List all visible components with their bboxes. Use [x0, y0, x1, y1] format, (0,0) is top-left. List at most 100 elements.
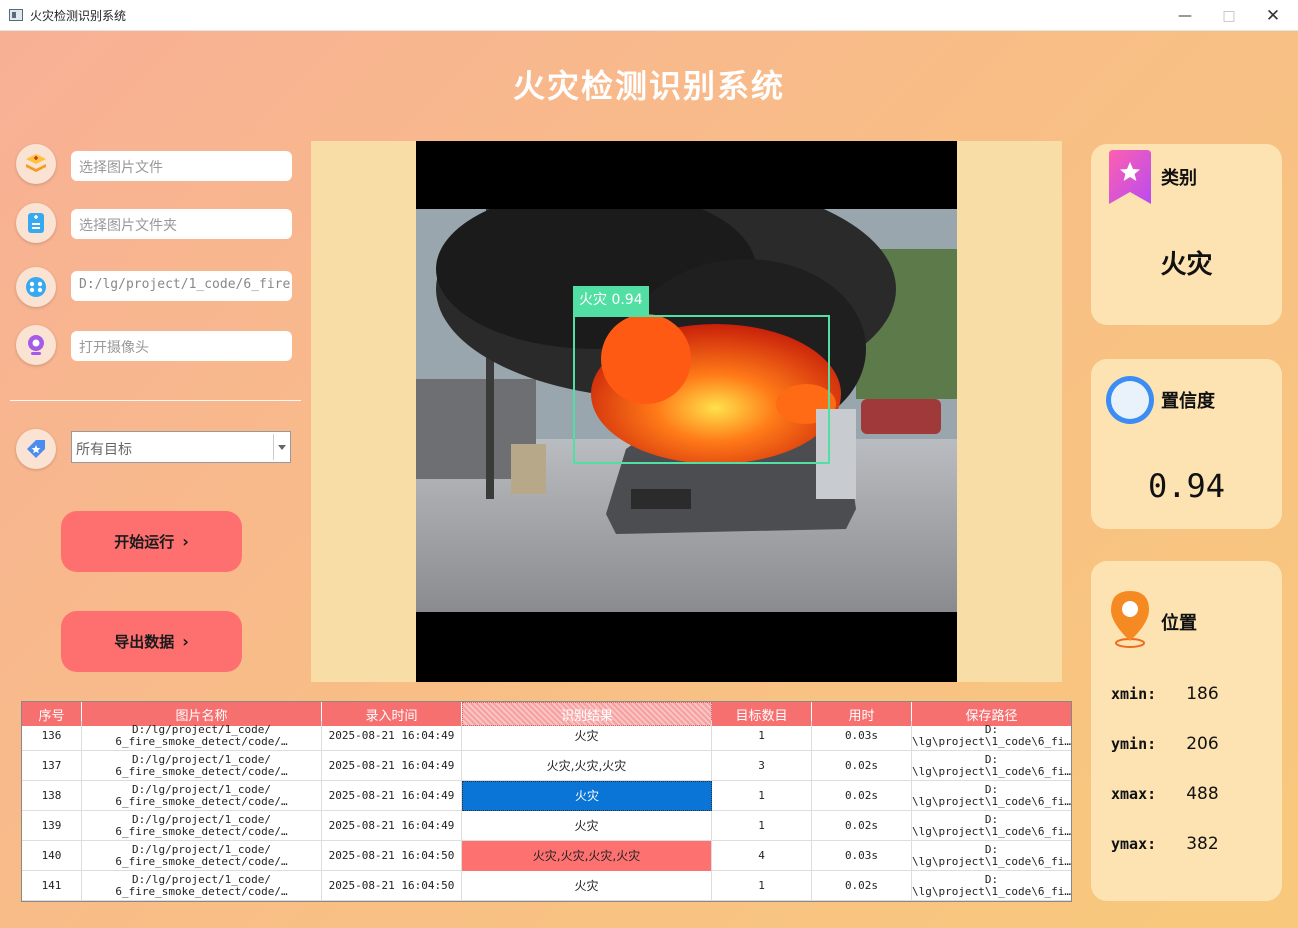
cell-image-name-line2: 6_fire_smoke_detect/code/…: [115, 855, 288, 868]
cell-save-path-line2: \lg\project\1_code\6_fi…: [912, 825, 1071, 838]
cell-image-name-line2: 6_fire_smoke_detect/code/…: [115, 765, 288, 778]
cell-duration[interactable]: 0.02s: [812, 751, 912, 781]
cell-save-path[interactable]: D: \lg\project\1_code\6_fi…: [912, 871, 1071, 901]
run-button-label: 开始运行: [114, 533, 175, 551]
cell-time[interactable]: 2025-08-21 16:04:49: [322, 751, 462, 781]
cell-image-name-line2: 6_fire_smoke_detect/code/…: [115, 825, 288, 838]
image-file-icon[interactable]: [16, 144, 56, 184]
cell-save-path-line2: \lg\project\1_code\6_fi…: [912, 885, 1071, 898]
cell-result[interactable]: 火灾: [462, 721, 712, 751]
cell-time[interactable]: 2025-08-21 16:04:50: [322, 871, 462, 901]
ymin-row: ymin: 206: [1111, 734, 1219, 754]
cell-time[interactable]: 2025-08-21 16:04:49: [322, 781, 462, 811]
cell-duration[interactable]: 0.02s: [812, 871, 912, 901]
table-row[interactable]: 139 D:/lg/project/1_code/6_fire_smoke_de…: [22, 811, 1071, 841]
close-button[interactable]: ✕: [1250, 0, 1296, 31]
video-file-icon[interactable]: [16, 267, 56, 307]
category-value: 火灾: [1160, 250, 1213, 280]
cell-duration[interactable]: 0.02s: [812, 811, 912, 841]
cell-count[interactable]: 1: [712, 721, 812, 751]
image-folder-icon[interactable]: [16, 203, 56, 243]
export-button[interactable]: 导出数据 ›: [61, 611, 242, 672]
minimize-button[interactable]: —: [1162, 0, 1208, 31]
cell-time[interactable]: 2025-08-21 16:04:49: [322, 811, 462, 841]
xmax-value: 488: [1186, 784, 1219, 804]
cell-save-path[interactable]: D: \lg\project\1_code\6_fi…: [912, 751, 1071, 781]
image-canvas: 火灾 0.94: [416, 141, 957, 682]
divider: [10, 400, 301, 401]
export-button-label: 导出数据: [114, 633, 175, 651]
cell-result[interactable]: 火灾: [462, 811, 712, 841]
target-select-value: 所有目标: [76, 442, 132, 458]
cell-image-name[interactable]: D:/lg/project/1_code/6_fire_smoke_detect…: [82, 781, 322, 811]
detection-box: [573, 315, 830, 464]
cell-save-path[interactable]: D: \lg\project\1_code\6_fi…: [912, 841, 1071, 871]
cell-image-name[interactable]: D:/lg/project/1_code/6_fire_smoke_detect…: [82, 751, 322, 781]
cell-count[interactable]: 1: [712, 781, 812, 811]
cell-time[interactable]: 2025-08-21 16:04:49: [322, 721, 462, 751]
table-row[interactable]: 137 D:/lg/project/1_code/6_fire_smoke_de…: [22, 751, 1071, 781]
app-title: 火灾检测识别系统: [512, 67, 785, 105]
camera-field[interactable]: 打开摄像头: [71, 331, 292, 361]
video-path-field[interactable]: D:/lg/project/1_code/6_fire: [71, 271, 292, 301]
cell-count[interactable]: 4: [712, 841, 812, 871]
cell-count[interactable]: 3: [712, 751, 812, 781]
cell-duration[interactable]: 0.03s: [812, 721, 912, 751]
table-row[interactable]: 138 D:/lg/project/1_code/6_fire_smoke_de…: [22, 781, 1071, 811]
cell-image-name-line2: 6_fire_smoke_detect/code/…: [115, 885, 288, 898]
cell-image-name-line2: 6_fire_smoke_detect/code/…: [115, 735, 288, 748]
xmax-label: xmax:: [1111, 785, 1157, 803]
results-table[interactable]: 序号 图片名称 录入时间 识别结果 目标数目 用时 保存路径 136 D:/lg…: [21, 701, 1072, 902]
target-select[interactable]: 所有目标: [71, 431, 291, 463]
table-row[interactable]: 136 D:/lg/project/1_code/6_fire_smoke_de…: [22, 721, 1071, 751]
cell-image-name[interactable]: D:/lg/project/1_code/6_fire_smoke_detect…: [82, 811, 322, 841]
cell-count[interactable]: 1: [712, 811, 812, 841]
cell-save-path[interactable]: D: \lg\project\1_code\6_fi…: [912, 811, 1071, 841]
position-title: 位置: [1161, 613, 1197, 634]
xmin-label: xmin:: [1111, 685, 1157, 703]
cell-save-path-line2: \lg\project\1_code\6_fi…: [912, 765, 1071, 778]
ymax-value: 382: [1186, 834, 1219, 854]
cell-time[interactable]: 2025-08-21 16:04:50: [322, 841, 462, 871]
confidence-card: 置信度 0.94: [1091, 359, 1282, 529]
cell-duration[interactable]: 0.03s: [812, 841, 912, 871]
chevron-right-icon: ›: [182, 532, 189, 551]
table-row[interactable]: 140 D:/lg/project/1_code/6_fire_smoke_de…: [22, 841, 1071, 871]
cell-result[interactable]: 火灾: [462, 871, 712, 901]
chevron-down-icon[interactable]: [273, 434, 288, 460]
target-tag-icon: [16, 429, 56, 469]
cell-result-selected[interactable]: 火灾: [462, 781, 712, 811]
category-title: 类别: [1161, 168, 1197, 189]
cell-save-path[interactable]: D: \lg\project\1_code\6_fi…: [912, 721, 1071, 751]
cell-index[interactable]: 141: [22, 871, 82, 901]
cell-save-path[interactable]: D: \lg\project\1_code\6_fi…: [912, 781, 1071, 811]
cell-result-highlighted[interactable]: 火灾,火灾,火灾,火灾: [462, 841, 712, 871]
detection-label: 火灾 0.94: [573, 286, 649, 315]
xmin-row: xmin: 186: [1111, 684, 1219, 704]
bookmark-star-icon: [1109, 150, 1151, 204]
cell-index[interactable]: 139: [22, 811, 82, 841]
maximize-button[interactable]: □: [1206, 0, 1252, 31]
cell-save-path-line2: \lg\project\1_code\6_fi…: [912, 855, 1071, 868]
xmin-value: 186: [1186, 684, 1219, 704]
cell-count[interactable]: 1: [712, 871, 812, 901]
xmax-row: xmax: 488: [1111, 784, 1219, 804]
cell-result[interactable]: 火灾,火灾,火灾: [462, 751, 712, 781]
run-button[interactable]: 开始运行 ›: [61, 511, 242, 572]
position-card: 位置 xmin: 186 ymin: 206 xmax: 488 ymax: 3…: [1091, 561, 1282, 901]
cell-image-name[interactable]: D:/lg/project/1_code/6_fire_smoke_detect…: [82, 721, 322, 751]
cell-index[interactable]: 137: [22, 751, 82, 781]
window-title: 火灾检测识别系统: [30, 9, 127, 23]
cell-index[interactable]: 140: [22, 841, 82, 871]
image-folder-field[interactable]: 选择图片文件夹: [71, 209, 292, 239]
ymax-row: ymax: 382: [1111, 834, 1219, 854]
cell-image-name[interactable]: D:/lg/project/1_code/6_fire_smoke_detect…: [82, 871, 322, 901]
cell-index[interactable]: 136: [22, 721, 82, 751]
camera-icon[interactable]: [16, 325, 56, 365]
image-file-field[interactable]: 选择图片文件: [71, 151, 292, 181]
table-row[interactable]: 141 D:/lg/project/1_code/6_fire_smoke_de…: [22, 871, 1071, 901]
cell-index[interactable]: 138: [22, 781, 82, 811]
cell-image-name[interactable]: D:/lg/project/1_code/6_fire_smoke_detect…: [82, 841, 322, 871]
app-icon: [9, 9, 23, 21]
cell-duration[interactable]: 0.02s: [812, 781, 912, 811]
